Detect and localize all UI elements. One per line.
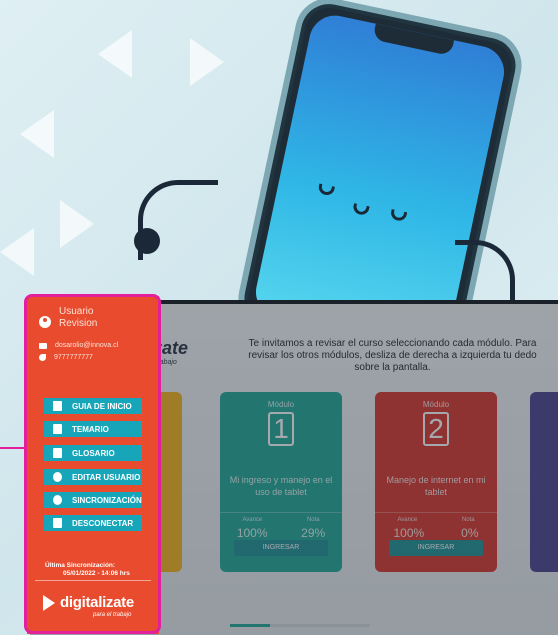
mail-icon	[39, 342, 47, 349]
mascot-hand	[134, 228, 160, 254]
sincronizacion-button[interactable]: SINCRONIZACIÓN	[44, 492, 142, 508]
user-label: Usuario	[59, 306, 94, 317]
bg-triangle	[0, 228, 34, 276]
guia-de-inicio-button[interactable]: GUIA DE INICIO	[44, 398, 142, 414]
temario-button[interactable]: TEMARIO	[44, 421, 142, 437]
desconectar-button[interactable]: DESCONECTAR	[44, 515, 142, 531]
document-icon	[53, 448, 62, 458]
user-icon	[39, 316, 51, 328]
bg-triangle	[60, 200, 94, 248]
phone-icon	[39, 354, 46, 361]
user-name: Revision	[59, 318, 98, 329]
bg-triangle	[98, 30, 132, 78]
user-email: dosarolio@innova.cl	[39, 342, 118, 349]
document-icon	[53, 424, 62, 434]
glosario-button[interactable]: GLOSARIO	[44, 445, 142, 461]
editar-usuario-button[interactable]: EDITAR USUARIO	[44, 469, 142, 485]
user-phone: 9777777777	[39, 354, 93, 361]
bg-triangle	[20, 110, 54, 158]
highlight-connector	[0, 447, 24, 449]
user-info: Usuario Revision	[39, 306, 97, 330]
side-menu: Usuario Revision dosarolio@innova.cl 977…	[27, 296, 159, 634]
sync-icon	[53, 495, 62, 505]
mascot-eye-right	[389, 209, 408, 223]
last-sync: Última Sincronización: 05/01/2022 - 14:0…	[45, 562, 130, 577]
phone-notch	[372, 23, 455, 56]
user-icon	[53, 472, 62, 482]
document-icon	[53, 401, 62, 411]
divider	[35, 580, 151, 581]
brand-logo: digitalizate para el trabajo	[43, 594, 134, 618]
mascot-eye-left	[317, 183, 336, 197]
logo-mark-icon	[43, 594, 55, 611]
mascot-mouth	[351, 203, 370, 217]
logout-icon	[53, 518, 62, 528]
